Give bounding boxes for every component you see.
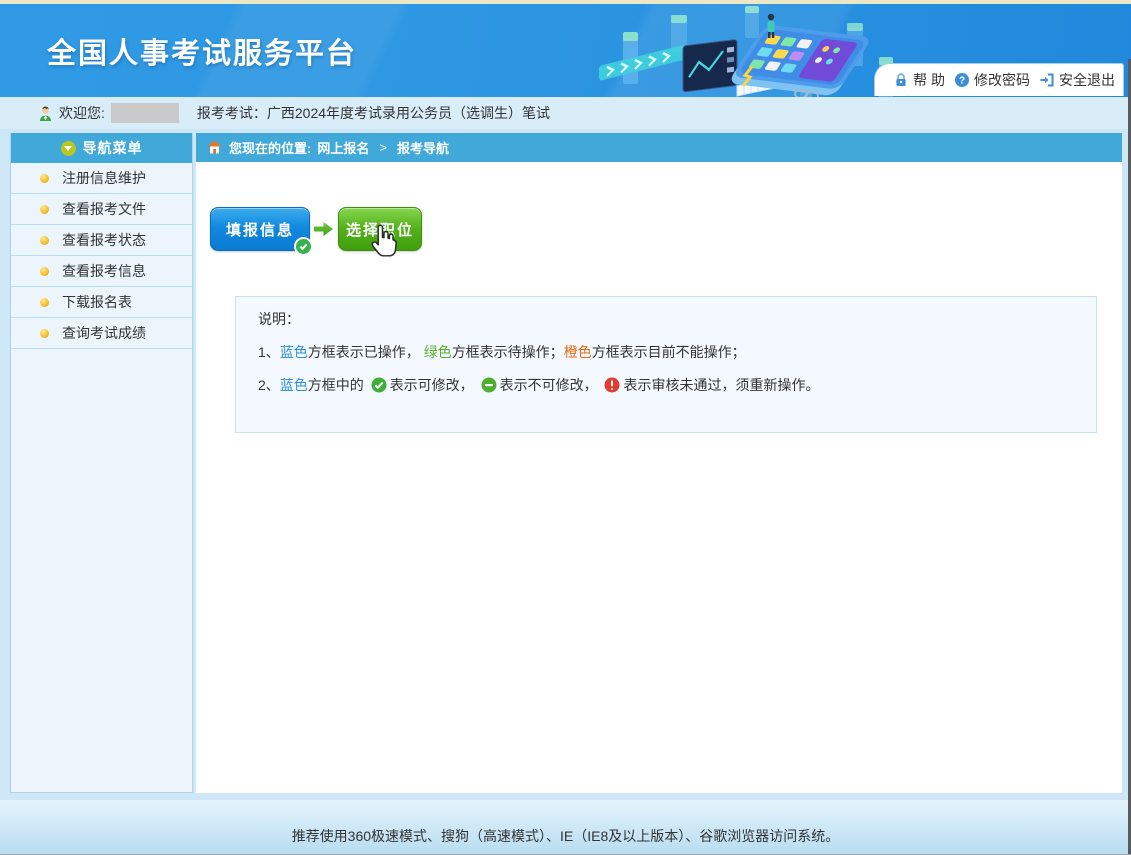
chevron-down-icon [61, 141, 76, 156]
select-position-button[interactable]: 选择职位 [338, 207, 422, 251]
sidebar-item-label: 查询考试成绩 [62, 323, 146, 343]
sidebar-item-label: 查看报考信息 [62, 261, 146, 281]
home-icon [207, 140, 223, 156]
change-password-label: 修改密码 [974, 70, 1030, 90]
bullet-icon [40, 329, 49, 338]
breadcrumb-prefix: 您现在的位置: [229, 138, 311, 157]
page-container: 全国人事考试服务平台 [0, 0, 1131, 855]
logout-link[interactable]: 安全退出 [1039, 70, 1115, 90]
app-title: 全国人事考试服务平台 [47, 30, 357, 72]
welcome-bar: 欢迎您: 报考考试：广西2024年度考试录用公务员（选调生）笔试 [0, 97, 1131, 129]
notice-heading: 说明： [258, 309, 1096, 329]
header-illustration [595, 6, 905, 97]
sidebar: 导航菜单 注册信息维护 查看报考文件 查看报考状态 查看报考信息 下载报名表 [10, 133, 193, 793]
notice-line-2: 2、蓝色方框中的 表示可修改， 表示不可修改， 表示审核未通过，须重新操作。 [258, 375, 1096, 395]
check-badge-icon [294, 237, 313, 256]
logout-label: 安全退出 [1059, 70, 1115, 90]
app-header: 全国人事考试服务平台 [0, 4, 1131, 97]
exam-label: 报考考试：广西2024年度考试录用公务员（选调生）笔试 [197, 103, 550, 123]
sidebar-item-application-status[interactable]: 查看报考状态 [11, 225, 192, 256]
sidebar-title: 导航菜单 [83, 138, 143, 158]
arrow-right-icon [313, 220, 335, 238]
change-password-link[interactable]: ? 修改密码 [954, 70, 1030, 90]
sidebar-item-label: 注册信息维护 [62, 168, 146, 188]
sidebar-item-register-info[interactable]: 注册信息维护 [11, 163, 192, 194]
application-flow: 填报信息 [210, 207, 422, 251]
bullet-icon [40, 267, 49, 276]
check-circle-icon [371, 377, 387, 393]
sidebar-item-label: 查看报考文件 [62, 199, 146, 219]
breadcrumb-separator: > [379, 140, 387, 155]
bullet-icon [40, 298, 49, 307]
sidebar-item-exam-documents[interactable]: 查看报考文件 [11, 194, 192, 225]
logout-icon [1039, 72, 1055, 88]
page-footer: 推荐使用360极速模式、搜狗（高速模式）、IE（IE8及以上版本）、谷歌浏览器访… [0, 800, 1131, 855]
lock-icon [893, 72, 909, 88]
bullet-icon [40, 205, 49, 214]
sidebar-item-label: 下载报名表 [62, 292, 132, 312]
fill-info-button[interactable]: 填报信息 [210, 207, 310, 251]
alert-circle-icon [604, 377, 620, 393]
fill-info-label: 填报信息 [226, 219, 294, 240]
sidebar-item-download-form[interactable]: 下载报名表 [11, 287, 192, 318]
bullet-icon [40, 236, 49, 245]
select-position-label: 选择职位 [346, 219, 414, 240]
sidebar-item-label: 查看报考状态 [62, 230, 146, 250]
footer-text: 推荐使用360极速模式、搜狗（高速模式）、IE（IE8及以上版本）、谷歌浏览器访… [292, 826, 840, 846]
help-link[interactable]: 帮 助 [893, 70, 945, 90]
breadcrumb-section[interactable]: 网上报名 [317, 138, 369, 157]
user-avatar-icon [37, 105, 54, 122]
sidebar-item-exam-results[interactable]: 查询考试成绩 [11, 318, 192, 349]
question-icon: ? [954, 72, 970, 88]
header-links: 帮 助 ? 修改密码 安 [874, 63, 1124, 96]
minus-circle-icon [481, 377, 497, 393]
breadcrumb: 您现在的位置: 网上报名 > 报考导航 [196, 133, 1122, 162]
user-name-redacted [111, 103, 179, 123]
content-body: 填报信息 [196, 162, 1122, 793]
sidebar-menu: 注册信息维护 查看报考文件 查看报考状态 查看报考信息 下载报名表 查询考试成绩 [11, 163, 192, 349]
sidebar-item-application-info[interactable]: 查看报考信息 [11, 256, 192, 287]
bullet-icon [40, 174, 49, 183]
sidebar-header[interactable]: 导航菜单 [11, 133, 192, 163]
welcome-label: 欢迎您: [59, 103, 105, 123]
notice-line-1: 1、蓝色方框表示已操作， 绿色方框表示待操作；橙色方框表示目前不能操作； [258, 342, 1096, 362]
help-label: 帮 助 [913, 70, 945, 90]
notice-box: 说明： 1、蓝色方框表示已操作， 绿色方框表示待操作；橙色方框表示目前不能操作；… [235, 296, 1097, 433]
svg-text:?: ? [959, 76, 965, 87]
main-content: 您现在的位置: 网上报名 > 报考导航 填报信息 [196, 133, 1122, 793]
breadcrumb-current[interactable]: 报考导航 [397, 138, 449, 157]
